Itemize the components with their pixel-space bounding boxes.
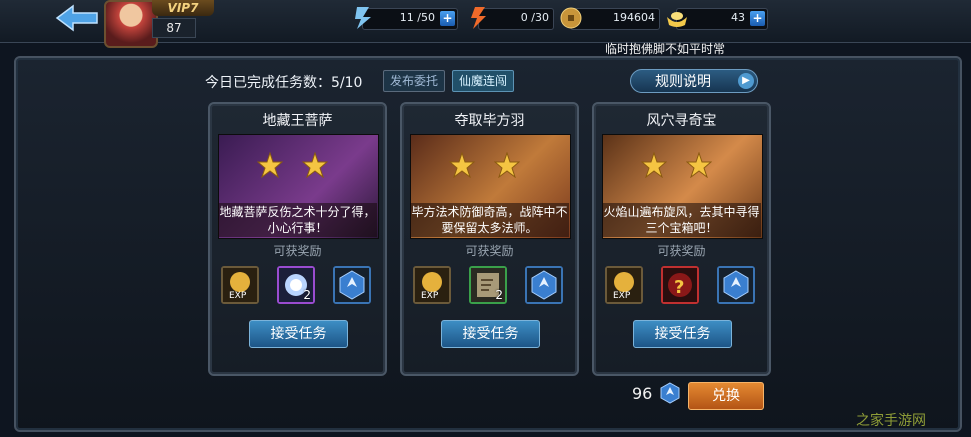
exp-icon: EXP — [607, 268, 641, 302]
gold-counter: 194604 — [560, 7, 660, 30]
svg-text:EXP: EXP — [613, 291, 631, 301]
task-description: 毕方法术防御奇高，战阵中不要保留太多法师。 — [410, 203, 569, 237]
player-level: 87 — [152, 18, 196, 38]
energy-value: 0 /30 — [520, 11, 549, 24]
energy-icon — [471, 7, 486, 29]
gold-value: 194604 — [613, 11, 655, 24]
star-icon — [641, 152, 667, 178]
publish-commission-button[interactable]: 发布委托 — [383, 70, 446, 92]
reward-scroll-slot[interactable]: 2 — [469, 266, 507, 304]
reward-title: 可获奖励 — [657, 244, 706, 258]
rules-label: 规则说明 — [655, 74, 711, 90]
reward-count: 2 — [495, 288, 503, 302]
ingot-value: 43 — [731, 11, 745, 24]
xianmo-challenge-button[interactable]: 仙魔连闯 — [452, 70, 515, 92]
reward-count: 2 — [303, 288, 311, 302]
top-bar: VIP7 87 11 /50 + 0 /30 194604 43 + — [0, 0, 971, 48]
task-card-title: 夺取毕方羽 — [454, 113, 525, 129]
stamina-counter: 11 /50 + — [355, 7, 458, 30]
vip-badge[interactable]: VIP7 — [152, 0, 214, 16]
exp-icon: EXP — [223, 268, 257, 302]
reward-token-slot[interactable] — [525, 266, 563, 304]
player-avatar[interactable] — [104, 0, 158, 48]
reward-exp-slot[interactable]: EXP — [605, 266, 643, 304]
accept-task-button[interactable]: 接受任务 — [441, 320, 540, 348]
energy-counter: 0 /30 — [471, 7, 554, 30]
token-count: 96 — [632, 384, 653, 403]
task-card-fengxue: 风穴寻奇宝 火焰山遍布旋风，去其中寻得三个宝箱吧！ 可获奖励 EXP ? 接受任… — [592, 102, 771, 376]
hexagon-token-icon — [335, 268, 369, 302]
reward-mystery-slot[interactable]: ? — [661, 266, 699, 304]
star-icon — [686, 152, 712, 178]
rules-button[interactable]: 规则说明 ▶ — [630, 69, 758, 93]
stamina-value: 11 /50 — [399, 11, 435, 24]
exchange-button[interactable]: 兑换 — [688, 382, 764, 410]
task-card-title: 地藏王菩萨 — [262, 113, 333, 129]
reward-token-slot[interactable] — [333, 266, 371, 304]
star-icon — [449, 152, 475, 178]
star-icon — [494, 152, 520, 178]
reward-exp-slot[interactable]: EXP — [413, 266, 451, 304]
ingot-plus-button[interactable]: + — [750, 11, 765, 26]
star-icon — [257, 152, 283, 178]
hexagon-token-icon — [660, 382, 680, 404]
svg-text:?: ? — [674, 277, 684, 298]
chevron-right-icon: ▶ — [738, 73, 754, 89]
coin-icon — [560, 7, 582, 29]
task-card-title: 风穴寻奇宝 — [646, 113, 717, 129]
accept-task-button[interactable]: 接受任务 — [633, 320, 732, 348]
back-arrow-icon — [55, 4, 98, 32]
ingot-icon — [667, 12, 687, 27]
back-button[interactable] — [55, 4, 99, 32]
reward-exp-slot[interactable]: EXP — [221, 266, 259, 304]
task-card-dizang: 地藏王菩萨 地藏菩萨反伤之术十分了得，小心行事！ 可获奖励 EXP 2 接受任务 — [208, 102, 387, 376]
hexagon-token-icon — [527, 268, 561, 302]
reward-token-slot[interactable] — [717, 266, 755, 304]
question-mark-icon: ? — [663, 268, 697, 302]
tasks-status: 今日已完成任务数：5/10 — [205, 75, 363, 91]
stamina-icon — [355, 7, 371, 29]
exp-icon: EXP — [415, 268, 449, 302]
star-icon — [302, 152, 328, 178]
task-card-bifang: 夺取毕方羽 毕方法术防御奇高，战阵中不要保留太多法师。 可获奖励 EXP 2 接… — [400, 102, 579, 376]
hexagon-token-icon — [719, 268, 753, 302]
stamina-plus-button[interactable]: + — [440, 11, 455, 26]
task-description: 火焰山遍布旋风，去其中寻得三个宝箱吧！ — [602, 203, 761, 237]
notice-text: 临时抱佛脚不如平时常 — [604, 42, 725, 56]
svg-text:EXP: EXP — [421, 291, 439, 301]
task-description: 地藏菩萨反伤之术十分了得，小心行事！ — [218, 203, 377, 237]
svg-text:EXP: EXP — [229, 291, 247, 301]
reward-title: 可获奖励 — [465, 244, 514, 258]
accept-task-button[interactable]: 接受任务 — [249, 320, 348, 348]
ingot-counter: 43 + — [667, 8, 768, 30]
reward-orb-slot[interactable]: 2 — [277, 266, 315, 304]
reward-title: 可获奖励 — [273, 244, 322, 258]
watermark: 之家手游网 — [856, 413, 926, 429]
